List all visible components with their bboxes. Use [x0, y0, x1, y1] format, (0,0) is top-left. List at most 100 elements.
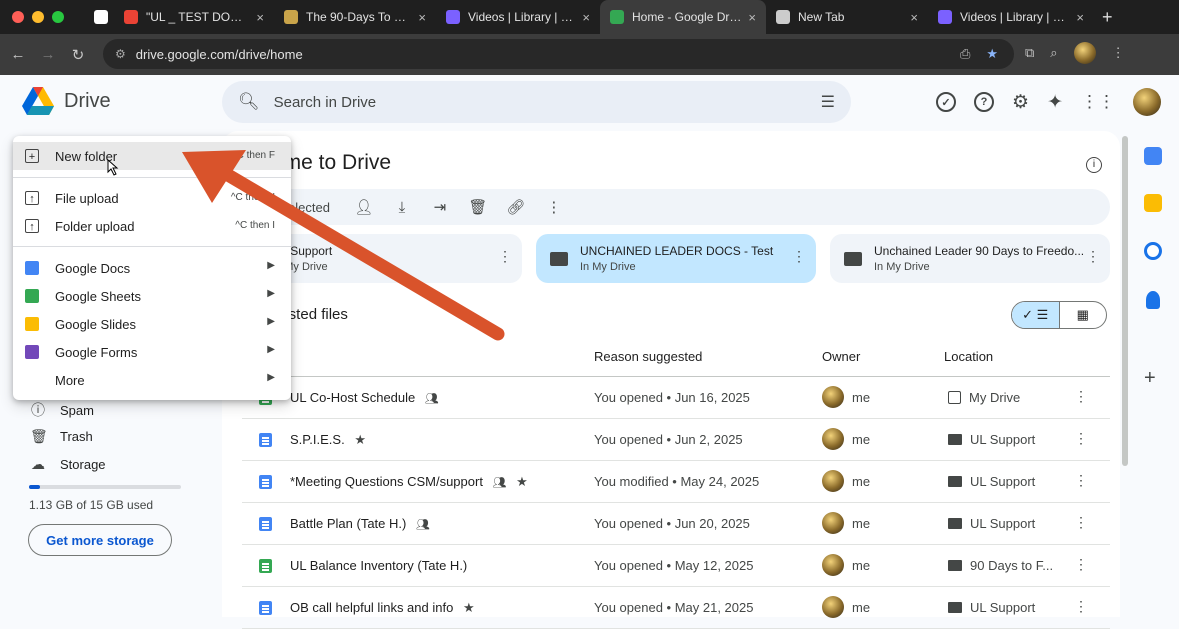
browser-tab[interactable] [84, 0, 114, 34]
column-owner[interactable]: Owner [822, 349, 860, 364]
more-actions-icon[interactable]: ⋮ [1074, 430, 1088, 447]
download-icon[interactable]: ⤓ [392, 199, 412, 216]
minimize-window-button[interactable] [32, 11, 44, 23]
add-addon-icon[interactable]: + [1144, 367, 1156, 390]
menu-item-folder-upload[interactable]: ↑ Folder upload ^C then I [13, 212, 291, 240]
sidebar-item-spam[interactable]: ⓘ Spam [30, 400, 94, 420]
browser-tab[interactable]: The 90-Days To Free × [274, 0, 436, 34]
column-location[interactable]: Location [944, 349, 993, 364]
menu-item-google-docs[interactable]: Google Docs ▶ [13, 254, 291, 282]
scrollbar[interactable] [1122, 136, 1128, 466]
tab-search-icon[interactable]: ⌕ [1050, 45, 1057, 61]
location-name: UL Support [970, 600, 1036, 615]
drive-logo[interactable]: Drive [22, 87, 111, 115]
browser-tab[interactable]: Videos | Library | Loo × [436, 0, 600, 34]
quick-access-folder-card[interactable]: Unchained Leader 90 Days to Freedo... In … [830, 234, 1110, 283]
reason-suggested: You opened • Jun 20, 2025 [594, 516, 750, 531]
search-input[interactable]: Search in Drive [274, 94, 377, 111]
table-row[interactable]: Battle Plan (Tate H.) 👥︎ You opened • Jun… [242, 503, 1110, 545]
settings-gear-icon[interactable]: ⚙ [1012, 91, 1029, 114]
scroll-icon [284, 10, 298, 24]
close-tab-icon[interactable]: × [582, 10, 590, 25]
search-box[interactable]: 🔍︎ Search in Drive ☰ [222, 81, 851, 123]
browser-tab[interactable]: "UL _ TEST DOCS" - × [114, 0, 274, 34]
address-bar[interactable]: ⚙ drive.google.com/drive/home ⎙ ★ [103, 39, 1014, 69]
sidebar-item-trash[interactable]: 🗑︎ Trash [30, 428, 93, 445]
help-icon[interactable]: ? [974, 92, 995, 112]
more-actions-icon[interactable]: ⋮ [1074, 514, 1088, 531]
table-row[interactable]: S.P.I.E.S. ★ You opened • Jun 2, 2025 me UL… [242, 419, 1110, 461]
table-row[interactable]: UL Balance Inventory (Tate H.) You opened… [242, 545, 1110, 587]
more-actions-icon[interactable]: ⋮ [1074, 598, 1088, 615]
forward-icon[interactable]: → [33, 46, 63, 63]
more-actions-icon[interactable]: ⋮ [1074, 472, 1088, 489]
menu-item-google-forms[interactable]: Google Forms ▶ [13, 338, 291, 366]
menu-item-file-upload[interactable]: ↑ File upload ^C then U [13, 184, 291, 212]
close-tab-icon[interactable]: × [418, 10, 426, 25]
main-content: ome to Drive i elected 👤︎ ⤓ ⇥ 🗑︎ 🔗︎ ⋮ UL… [222, 131, 1120, 629]
list-view-icon[interactable]: ✓ ☰ [1012, 302, 1060, 328]
new-tab-button[interactable]: + [1094, 7, 1113, 28]
back-icon[interactable]: ← [3, 46, 33, 63]
account-avatar[interactable] [1133, 88, 1161, 116]
info-icon[interactable]: i [1086, 157, 1102, 173]
cloud-icon: ☁ [31, 456, 45, 472]
link-icon[interactable]: 🔗︎ [506, 198, 526, 216]
more-actions-icon[interactable]: ⋮ [1074, 556, 1088, 573]
search-options-icon[interactable]: ☰ [821, 92, 835, 112]
share-icon[interactable]: 👤︎ [354, 198, 374, 216]
menu-item-google-sheets[interactable]: Google Sheets ▶ [13, 282, 291, 310]
view-toggle[interactable]: ✓ ☰ ▦ [1011, 301, 1107, 329]
owner-avatar [822, 386, 844, 408]
close-window-button[interactable] [12, 11, 24, 23]
menu-item-google-slides[interactable]: Google Slides ▶ [13, 310, 291, 338]
more-actions-icon[interactable]: ⋮ [498, 248, 512, 265]
quick-access-folder-card[interactable]: UNCHAINED LEADER DOCS - Test In My Drive ⋮ [536, 234, 816, 283]
browser-tab[interactable]: Home - Google Drive × [600, 0, 766, 34]
reload-icon[interactable]: ↻ [63, 46, 93, 64]
browser-tab[interactable]: Videos | Library | Loo × [928, 0, 1094, 34]
apps-grid-icon[interactable]: ⋮⋮ [1081, 92, 1115, 112]
storage-progress-bar [29, 485, 181, 489]
more-actions-icon[interactable]: ⋮ [1074, 388, 1088, 405]
menu-item-label: More [55, 373, 85, 388]
more-actions-icon[interactable]: ⋮ [544, 198, 564, 216]
folder-icon [948, 602, 962, 613]
browser-menu-icon[interactable]: ⋮ [1112, 45, 1125, 61]
file-name: *Meeting Questions CSM/support [290, 474, 483, 489]
calendar-icon[interactable] [1144, 147, 1162, 165]
get-more-storage-button[interactable]: Get more storage [28, 524, 172, 556]
close-tab-icon[interactable]: × [748, 10, 756, 25]
maximize-window-button[interactable] [52, 11, 64, 23]
table-row[interactable]: OB call helpful links and info ★ You open… [242, 587, 1110, 629]
keep-icon[interactable] [1144, 194, 1162, 212]
extensions-icon[interactable]: ⧉ [1025, 45, 1034, 61]
contacts-icon[interactable] [1146, 291, 1160, 309]
offline-ready-icon[interactable]: ✓ [936, 92, 957, 112]
column-reason[interactable]: Reason suggested [594, 349, 702, 364]
table-row[interactable]: *Meeting Questions CSM/support 👥︎ ★ You m… [242, 461, 1110, 503]
tasks-icon[interactable] [1144, 242, 1162, 260]
trash-icon[interactable]: 🗑︎ [468, 198, 488, 216]
menu-item-more[interactable]: More ▶ [13, 366, 291, 394]
gemini-sparkle-icon[interactable]: ✦ [1047, 91, 1063, 114]
sidebar-item-storage[interactable]: ☁ Storage [30, 456, 106, 473]
table-row[interactable]: UL Co-Host Schedule 👥︎ You opened • Jun 1… [242, 377, 1110, 419]
install-app-icon[interactable]: ⎙ [960, 46, 970, 62]
close-tab-icon[interactable]: × [256, 10, 264, 25]
more-actions-icon[interactable]: ⋮ [1086, 248, 1100, 265]
site-info-icon[interactable]: ⚙ [115, 47, 126, 61]
menu-item-new-folder[interactable]: + New folder ^C then F [13, 142, 291, 170]
browser-tab[interactable]: New Tab × [766, 0, 928, 34]
profile-avatar[interactable] [1073, 42, 1096, 64]
more-actions-icon[interactable]: ⋮ [792, 248, 806, 265]
grid-view-icon[interactable]: ▦ [1060, 302, 1107, 328]
reason-suggested: You opened • Jun 2, 2025 [594, 432, 743, 447]
side-panel-rail: + [1130, 131, 1179, 617]
star-icon: ★ [354, 432, 366, 447]
search-icon[interactable]: 🔍︎ [238, 92, 260, 112]
move-icon[interactable]: ⇥ [430, 198, 450, 216]
close-tab-icon[interactable]: × [1076, 10, 1084, 25]
bookmark-star-icon[interactable]: ★ [986, 46, 998, 62]
close-tab-icon[interactable]: × [910, 10, 918, 25]
